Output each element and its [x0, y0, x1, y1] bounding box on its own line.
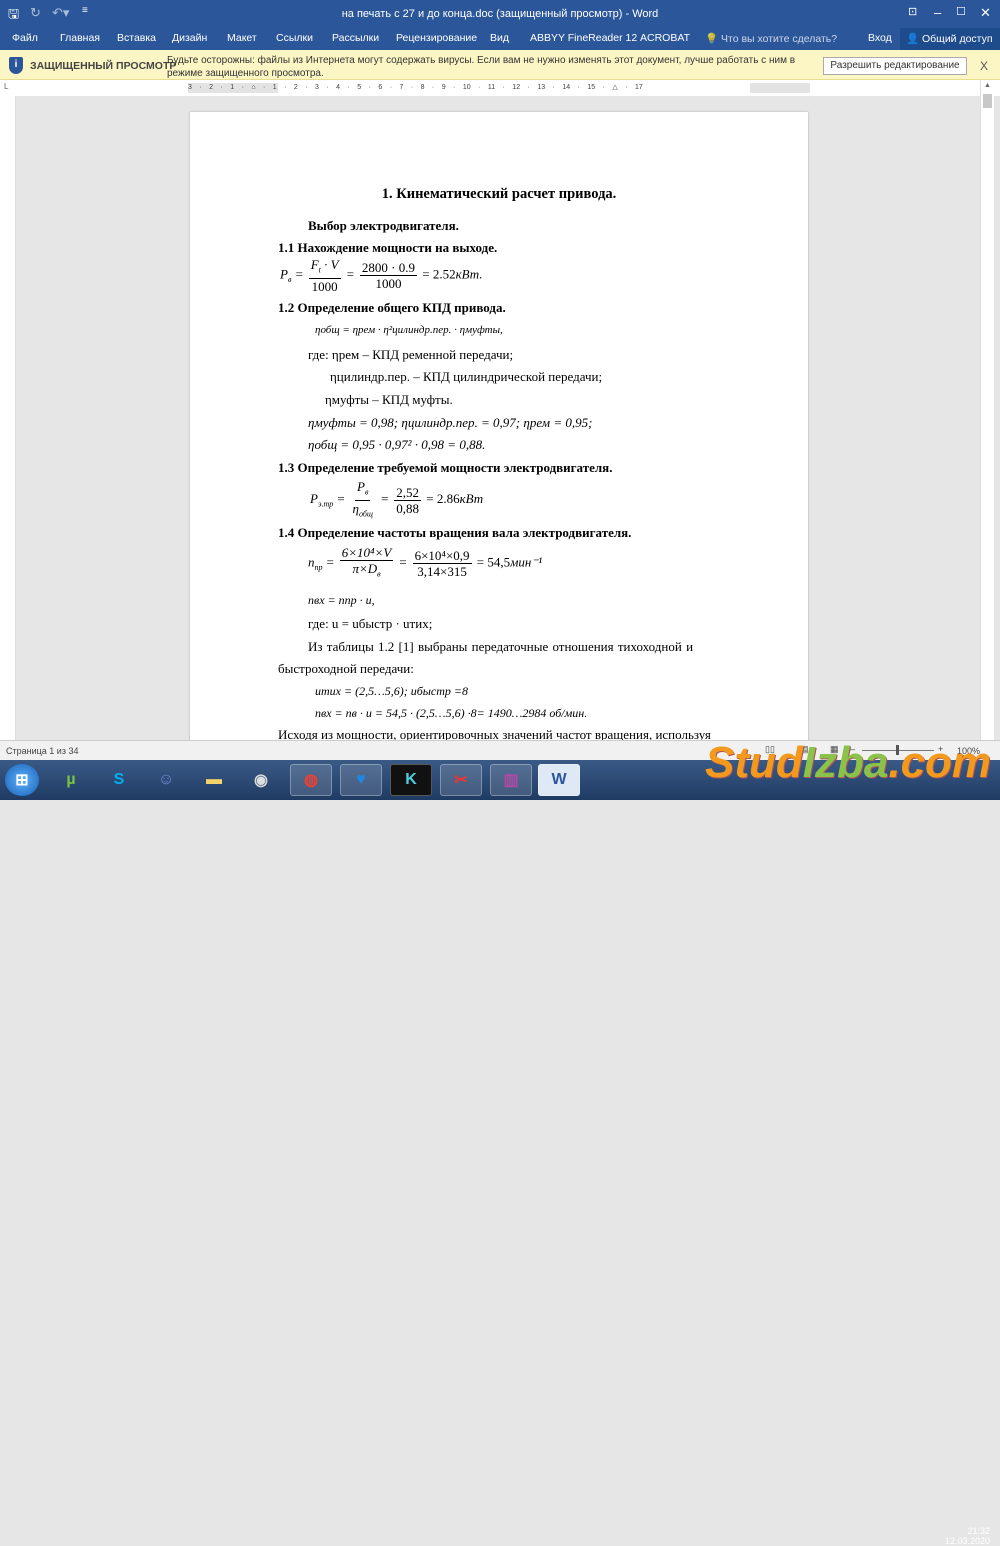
discord-icon[interactable]: ☺ [145, 764, 187, 796]
protected-view-message: Будьте осторожны: файлы из Интернета мог… [167, 55, 796, 79]
scissors-app-icon[interactable]: ✂ [440, 764, 482, 796]
protected-view-bar: i ЗАЩИЩЕННЫЙ ПРОСМОТР Будьте осторожны: … [0, 50, 1000, 80]
tell-me-text: Что вы хотите сделать? [721, 33, 838, 45]
tab-mailings[interactable]: Рассылки [332, 32, 379, 44]
ribbon-display-icon[interactable]: ⊡ [908, 5, 917, 18]
minimize-icon[interactable]: – [934, 5, 941, 20]
formula-1-2: ηобщ = ηрем · η²цилиндр.пер. · ηмуфты, [315, 324, 503, 336]
utorrent-icon[interactable]: µ [50, 764, 92, 796]
paragraph-line-2: быстроходной передачи: [278, 661, 414, 676]
heart-app-icon[interactable]: ♥ [340, 764, 382, 796]
ruler-labels: 3 · 2 · 1 · ⌂ · 1 · 2 · 3 · 4 · 5 · 6 · … [188, 84, 643, 91]
heading-1-4: 1.4 Определение частоты вращения вала эл… [278, 525, 632, 540]
watermark-logo: StudIzba.com [705, 738, 992, 787]
subheading: Выбор электродвигателя. [308, 218, 459, 233]
shield-icon: i [9, 57, 23, 74]
document-page[interactable]: 1. Кинематический расчет привода. Выбор … [190, 112, 808, 752]
paragraph-line-1: Из таблицы 1.2 [1] выбраны передаточные … [308, 639, 694, 654]
winrar-icon[interactable]: ▥ [490, 764, 532, 796]
word-icon[interactable]: W [538, 764, 580, 796]
formula-1-3: Pэ.тр = Pв ηобщ = 2,52 0,88 = 2.86кВт [310, 479, 484, 519]
share-button[interactable]: 👤 Общий доступ [900, 28, 1000, 50]
vertical-scrollbar[interactable]: ▲ [980, 80, 994, 740]
where-u: где: u = uбыстр · uтих; [308, 616, 433, 631]
maximize-icon[interactable]: ☐ [956, 5, 966, 18]
heading-1-1: 1.1 Нахождение мощности на выходе. [278, 240, 498, 255]
title-bar: 🖫 ↻ ↶▾ ≡ на печать с 27 и до конца.doc (… [0, 0, 1000, 28]
tab-layout[interactable]: Макет [227, 32, 257, 44]
horizontal-ruler[interactable]: L 3 · 2 · 1 · ⌂ · 1 · 2 · 3 · 4 · 5 · 6 … [0, 80, 1000, 96]
tab-view[interactable]: Вид [490, 32, 509, 44]
tab-file[interactable]: Файл [12, 32, 38, 44]
tab-home[interactable]: Главная [60, 32, 100, 44]
scroll-up-icon[interactable]: ▲ [984, 82, 991, 89]
ratio-values: uтих = (2,5…5,6); uбыстр =8 [315, 684, 468, 698]
formula-1-4: nпр = 6×10⁴×V π×Dв = 6×10⁴×0,9 3,14×315 = … [308, 545, 543, 579]
page-count[interactable]: Страница 1 из 34 [6, 746, 78, 756]
tab-acrobat[interactable]: ACROBAT [640, 32, 690, 44]
tab-review[interactable]: Рецензирование [396, 32, 477, 44]
vertical-ruler[interactable] [0, 96, 16, 740]
steam-icon[interactable]: ◉ [240, 764, 282, 796]
enable-editing-button[interactable]: Разрешить редактирование [823, 57, 967, 75]
heading-1-2: 1.2 Определение общего КПД привода. [278, 300, 506, 315]
ribbon-tabs: Файл Главная Вставка Дизайн Макет Ссылки… [0, 28, 1000, 50]
window-title: на печать с 27 и до конца.doc (защищенны… [341, 8, 659, 20]
close-icon[interactable]: ✕ [980, 5, 991, 21]
clock-date: 12.03.2020 [945, 1536, 991, 1546]
tab-design[interactable]: Дизайн [172, 32, 207, 44]
tab-abbyy[interactable]: ABBYY FineReader 12 [530, 32, 637, 44]
tab-references[interactable]: Ссылки [276, 32, 313, 44]
formula-1-1: Pв = Ft · V 1000 = 2800 · 0.9 1000 = 2.52к… [280, 257, 483, 294]
doc-title: 1. Кинематический расчет привода. [381, 186, 617, 202]
start-button[interactable]: ⊞ [5, 764, 39, 796]
clock-time: 21:32 [967, 1526, 991, 1536]
formula-nvx-calc: nвх = nв · u = 54,5 · (2,5…5,6) ·8= 1490… [315, 706, 588, 720]
efficiency-values: ηмуфты = 0,98; ηцилиндр.пер. = 0,97; ηре… [308, 415, 593, 430]
tab-selector-icon[interactable]: L [4, 82, 8, 91]
protected-view-label: ЗАЩИЩЕННЫЙ ПРОСМОТР [30, 60, 177, 72]
heading-1-3: 1.3 Определение требуемой мощности элект… [278, 460, 613, 475]
formula-nvx: nвх = nпр · u, [308, 593, 375, 607]
tab-insert[interactable]: Вставка [117, 32, 156, 44]
explorer-icon[interactable]: ▬ [193, 764, 235, 796]
lightbulb-icon: 💡 [705, 33, 719, 45]
where-rem: где: ηрем – КПД ременной передачи; [308, 347, 514, 362]
where-cyl: ηцилиндр.пер. – КПД цилиндрической перед… [330, 369, 603, 384]
clock[interactable]: 21:32 12.03.2020 [945, 1526, 990, 1546]
signin-link[interactable]: Вход [868, 32, 892, 44]
tell-me-input[interactable]: 💡 Что вы хотите сделать? [705, 32, 837, 45]
k-app-icon[interactable]: K [390, 764, 432, 796]
share-label: Общий доступ [922, 33, 993, 45]
scroll-thumb[interactable] [983, 94, 992, 108]
person-icon: 👤 [906, 33, 920, 45]
close-bar-button[interactable]: X [980, 59, 988, 73]
skype-icon[interactable]: S [98, 764, 140, 796]
where-coupling: ηмуфты – КПД муфты. [325, 392, 453, 407]
efficiency-calc: ηобщ = 0,95 · 0,97² · 0,98 = 0,88. [308, 437, 486, 452]
chrome-icon[interactable]: ◍ [290, 764, 332, 796]
